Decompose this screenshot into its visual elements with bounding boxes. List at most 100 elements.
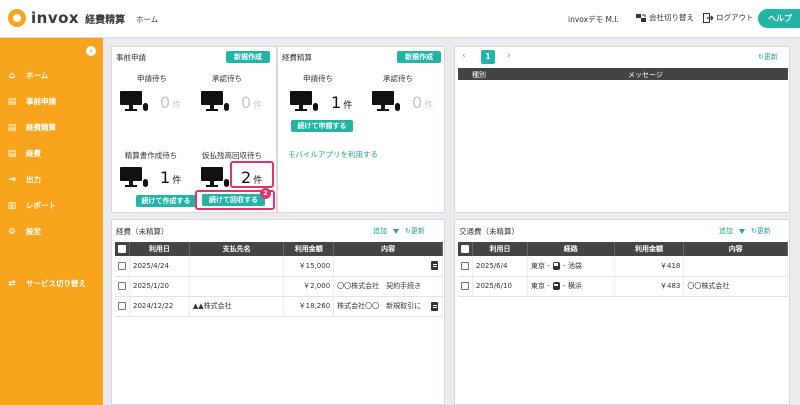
- table-header-row: 利用日 経路 利用金額 内容: [458, 242, 788, 256]
- cell-date: 2025/6/10: [472, 276, 528, 297]
- mobile-app-link[interactable]: モバイルアプリを利用する: [288, 149, 378, 160]
- sidebar-item-export[interactable]: ⇥ 出力: [6, 174, 41, 185]
- column-route: 経路: [527, 242, 615, 256]
- messages-refresh-button[interactable]: ↻ 更新: [758, 52, 778, 62]
- table-row[interactable]: 2025/1/20 ￥2,000 〇〇株式会社 契約手続き: [115, 276, 443, 297]
- transport-table: 利用日 経路 利用金額 内容 2025/6/4 東京 - - 池袋 ￥418 2…: [458, 242, 788, 297]
- prev-page-icon[interactable]: ‹: [462, 51, 466, 61]
- row-checkbox[interactable]: [115, 256, 130, 277]
- expenses-refresh-button[interactable]: 更新: [411, 226, 425, 236]
- cell-amount: ￥18,260: [283, 296, 335, 317]
- column-payee: 支払先名: [189, 242, 285, 256]
- table-row[interactable]: 2024/12/22 ▲▲株式会社 ￥18,260 株式会社〇〇 新規取引に: [115, 296, 443, 317]
- row-checkbox[interactable]: [458, 276, 473, 297]
- messages-panel: ‹ 1 › ↻ 更新 種別 メッセージ: [454, 46, 790, 213]
- sidebar-item-switch-service[interactable]: ⇄ サービス切り替え: [6, 278, 86, 289]
- collapse-sidebar-icon[interactable]: ‹: [86, 46, 96, 56]
- sidebar-item-label: 設定: [26, 227, 41, 236]
- switch-company-icon: [636, 13, 646, 22]
- stat-label-pending-approval: 承認待ち: [212, 74, 242, 83]
- stat-count-pending-application: 0件: [160, 93, 182, 112]
- column-amount: 利用金額: [283, 242, 335, 256]
- add-expense-button[interactable]: 追加: [373, 226, 387, 236]
- user-name: invoxデモ M.I.: [568, 15, 619, 24]
- cell-date: 2025/1/20: [129, 276, 190, 297]
- expense-settlement-panel: 経費精算 新規作成 申請待ち 1件 続けて申請する 承認待ち 0件 モバイルアプ…: [277, 46, 445, 213]
- document-icon: ▤: [7, 148, 17, 159]
- help-button[interactable]: ヘルプ: [758, 9, 800, 28]
- sidebar-item-settings[interactable]: ⚙ 設定: [6, 226, 41, 237]
- stat-label-pending-advance-collection: 仮払残高回収待ち: [202, 151, 262, 160]
- notification-badge: 2: [260, 188, 271, 199]
- logo[interactable]: invox 経費精算: [8, 9, 125, 27]
- cell-amount: ￥418: [614, 256, 685, 277]
- next-page-icon[interactable]: ›: [507, 51, 511, 61]
- logout-icon: [703, 12, 713, 23]
- logout-button[interactable]: ログアウト: [703, 12, 754, 23]
- sidebar-item-report[interactable]: ▥ レポート: [6, 200, 56, 211]
- switch-company-label: 会社切り替え: [649, 13, 694, 22]
- computer-icon: [201, 167, 229, 187]
- select-all-checkbox[interactable]: [115, 242, 130, 256]
- cell-payee: [189, 276, 285, 297]
- row-checkbox[interactable]: [115, 276, 130, 297]
- pre-application-panel: 事前申請 新規作成 申請待ち 0件 承認待ち 0件 精算書作成待ち 1件 続けて…: [111, 46, 277, 213]
- page-number-button[interactable]: 1: [481, 50, 495, 64]
- sidebar-item-label: 事前申請: [26, 97, 56, 106]
- breadcrumb-home[interactable]: ホーム: [136, 14, 158, 25]
- transport-tools: 追加 ↻ 更新: [719, 226, 771, 236]
- continue-collect-button[interactable]: 続けて回収する: [202, 194, 265, 206]
- column-message: メッセージ: [628, 71, 663, 79]
- switch-company-button[interactable]: 会社切り替え: [636, 12, 694, 23]
- transport-refresh-button[interactable]: 更新: [757, 226, 771, 236]
- add-dropdown-icon[interactable]: [393, 228, 399, 234]
- panel-title: 経費精算: [282, 53, 312, 62]
- sidebar-item-expense[interactable]: ▤ 経費: [6, 148, 41, 159]
- messages-header: 種別 メッセージ: [458, 68, 788, 80]
- receipt-icon[interactable]: [431, 301, 438, 311]
- train-icon: [552, 261, 560, 270]
- column-type: 種別: [472, 71, 486, 79]
- sidebar-item-home[interactable]: ⌂ ホーム: [6, 70, 49, 81]
- table-row[interactable]: 2025/6/4 東京 - - 池袋 ￥418: [458, 256, 788, 277]
- computer-icon: [201, 91, 229, 111]
- pre-application-new-button[interactable]: 新規作成: [226, 51, 270, 63]
- cell-date: 2025/6/4: [472, 256, 528, 277]
- computer-icon: [290, 91, 318, 111]
- cell-content: 株式会社〇〇 新規取引に: [333, 296, 443, 317]
- panel-title: 交通費（未精算）: [459, 227, 519, 236]
- table-row[interactable]: 2025/6/10 東京 - - 横浜 ￥483 〇〇株式会社: [458, 276, 788, 297]
- add-dropdown-icon[interactable]: [739, 228, 745, 234]
- sidebar-item-expense-settlement[interactable]: ▤ 経費精算: [6, 122, 56, 133]
- receipt-icon[interactable]: [431, 261, 438, 270]
- expenses-tools: 追加 ↻ 更新: [373, 226, 425, 236]
- stat-count-pending-advance-collection: 2件: [241, 168, 263, 187]
- continue-apply-button[interactable]: 続けて申請する: [291, 120, 353, 132]
- table-header-row: 利用日 支払先名 利用金額 内容: [115, 242, 443, 256]
- table-row[interactable]: 2025/4/24 ￥15,000: [115, 256, 443, 277]
- cell-amount: ￥15,000: [283, 256, 335, 277]
- add-transport-button[interactable]: 追加: [719, 226, 733, 236]
- document-icon: ▤: [7, 122, 17, 133]
- logo-wordmark: invox: [31, 9, 80, 27]
- expense-settlement-new-button[interactable]: 新規作成: [397, 51, 441, 63]
- row-checkbox[interactable]: [115, 296, 130, 317]
- cell-content: [333, 256, 443, 277]
- document-icon: ▤: [7, 96, 17, 107]
- column-amount: 利用金額: [614, 242, 685, 256]
- column-content: 内容: [333, 242, 443, 256]
- cell-payee: [189, 256, 285, 277]
- select-all-checkbox[interactable]: [458, 242, 473, 256]
- cell-date: 2024/12/22: [129, 296, 190, 317]
- app-header: invox 経費精算 ホーム invoxデモ M.I. 会社切り替え ログアウト…: [0, 0, 800, 38]
- sidebar-item-pre-application[interactable]: ▤ 事前申請: [6, 96, 56, 107]
- stat-label-pending-approval: 承認待ち: [383, 74, 413, 83]
- panel-title: 経費（未精算）: [116, 227, 169, 236]
- row-checkbox[interactable]: [458, 256, 473, 277]
- panel-title: 事前申請: [116, 53, 146, 62]
- sidebar: ‹ ⌂ ホーム ▤ 事前申請 ▤ 経費精算 ▤ 経費 ⇥ 出力 ▥ レポート ⚙…: [0, 38, 103, 405]
- switch-icon: ⇄: [8, 278, 16, 289]
- logo-subtitle: 経費精算: [85, 14, 126, 26]
- continue-create-button[interactable]: 続けて作成する: [136, 195, 196, 207]
- column-date: 利用日: [129, 242, 190, 256]
